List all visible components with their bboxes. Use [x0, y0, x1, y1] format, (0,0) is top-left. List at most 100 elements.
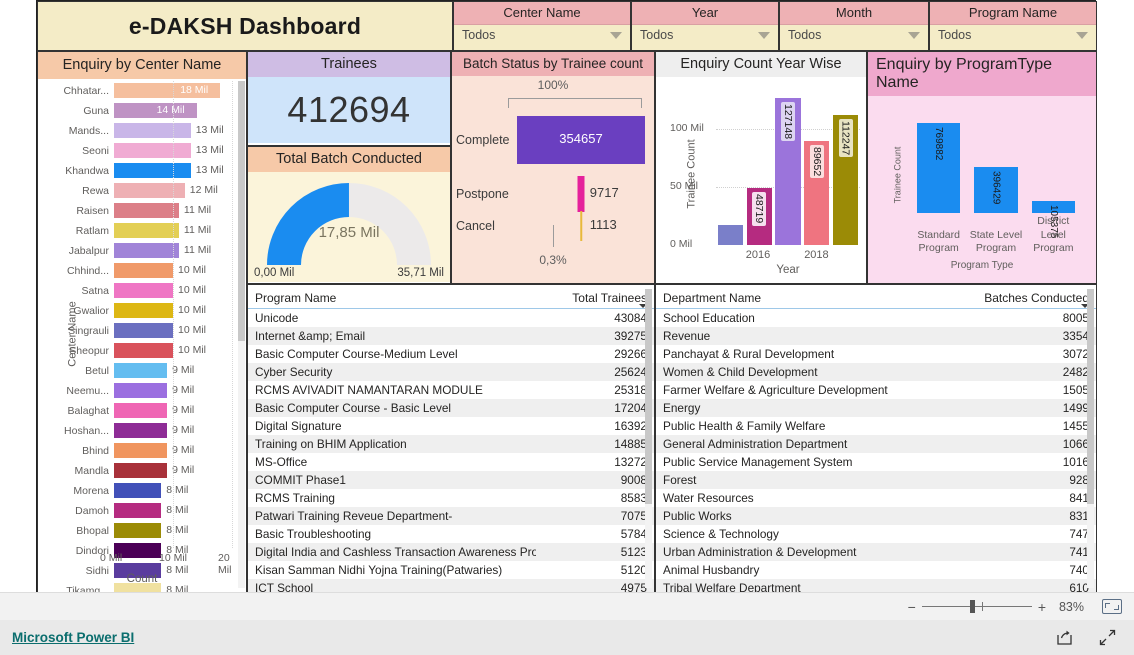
zoom-out-button[interactable]: −: [908, 600, 916, 614]
center-chart-bar-row[interactable]: Mandla 9 Mil: [56, 461, 232, 481]
table-row[interactable]: COMMIT Phase1 9008: [248, 471, 654, 489]
center-chart-bar[interactable]: [114, 442, 168, 458]
center-chart-bar-row[interactable]: Khandwa 13 Mil: [56, 161, 232, 181]
slicer-program-name-dropdown[interactable]: Todos: [930, 25, 1096, 42]
share-icon[interactable]: [1056, 629, 1073, 646]
center-chart-bar[interactable]: [114, 242, 179, 258]
department-table-scrollbar[interactable]: [1087, 289, 1094, 588]
year-chart-column[interactable]: 127148: [775, 97, 801, 245]
funnel-row[interactable]: Complete 354657: [452, 115, 654, 164]
table-row[interactable]: Unicode 43084: [248, 309, 654, 328]
table-row[interactable]: School Education 8005: [656, 309, 1096, 328]
center-chart-bar-row[interactable]: Rewa 12 Mil: [56, 181, 232, 201]
center-chart-bar-row[interactable]: Satna 10 Mil: [56, 281, 232, 301]
table-row[interactable]: General Administration Department 1066: [656, 435, 1096, 453]
center-chart-bar[interactable]: [114, 502, 162, 518]
table-row[interactable]: Tribal Welfare Department 610: [656, 579, 1096, 592]
center-chart-bar-row[interactable]: Ratlam 11 Mil: [56, 221, 232, 241]
center-chart-bar-row[interactable]: Hoshan... 9 Mil: [56, 421, 232, 441]
funnel-bar[interactable]: [580, 210, 582, 241]
center-chart-bar-row[interactable]: Mands... 13 Mil: [56, 121, 232, 141]
table-row[interactable]: Basic Computer Course-Medium Level 29266: [248, 345, 654, 363]
enquiry-by-programtype-chart[interactable]: Enquiry by ProgramType Name Trainee Coun…: [867, 51, 1097, 284]
center-chart-bar-row[interactable]: Betul 9 Mil: [56, 361, 232, 381]
slicer-month[interactable]: Month Todos: [779, 1, 929, 51]
center-chart-bar-row[interactable]: Morena 8 Mil: [56, 481, 232, 501]
table-row[interactable]: Public Health & Family Welfare 1455: [656, 417, 1096, 435]
center-chart-bar-row[interactable]: Chhatar... 18 Mil: [56, 81, 232, 101]
table-row[interactable]: Water Resources 841: [656, 489, 1096, 507]
center-chart-bar-row[interactable]: Balaghat 9 Mil: [56, 401, 232, 421]
column-header-department-name[interactable]: Department Name: [656, 285, 968, 309]
center-chart-bar-row[interactable]: Guna 14 Mil: [56, 101, 232, 121]
center-chart-bar[interactable]: [114, 482, 162, 498]
center-chart-bar[interactable]: [114, 222, 179, 238]
table-row[interactable]: Science & Technology 747: [656, 525, 1096, 543]
center-chart-bar-row[interactable]: Chhind... 10 Mil: [56, 261, 232, 281]
center-chart-bar[interactable]: [114, 522, 162, 538]
batch-status-funnel-chart[interactable]: Batch Status by Trainee count 100% Compl…: [451, 51, 655, 284]
table-row[interactable]: Internet &amp; Email 39275: [248, 327, 654, 345]
slicer-program-name[interactable]: Program Name Todos: [929, 1, 1097, 51]
center-chart-bar[interactable]: [114, 462, 168, 478]
table-row[interactable]: ICT School 4975: [248, 579, 654, 592]
center-chart-bar[interactable]: [114, 162, 191, 178]
center-chart-bar-row[interactable]: Singrauli 10 Mil: [56, 321, 232, 341]
program-name-table[interactable]: Program Name Total Trainees Unicode 43084…: [247, 284, 655, 593]
funnel-bar[interactable]: [577, 175, 585, 212]
program-table-scrollbar[interactable]: [645, 289, 652, 588]
table-row[interactable]: Public Works 831: [656, 507, 1096, 525]
funnel-row[interactable]: Postpone 9717: [452, 175, 654, 212]
center-chart-bar[interactable]: [114, 382, 168, 398]
center-chart-bar-row[interactable]: Gwalior 10 Mil: [56, 301, 232, 321]
year-chart-column[interactable]: 89652: [804, 140, 830, 245]
fit-to-page-icon[interactable]: [1102, 599, 1122, 614]
table-row[interactable]: Kisan Samman Nidhi Yojna Training(Patwar…: [248, 561, 654, 579]
microsoft-power-bi-link[interactable]: Microsoft Power BI: [12, 630, 134, 645]
slicer-month-dropdown[interactable]: Todos: [780, 25, 928, 42]
center-chart-bar[interactable]: [114, 122, 191, 138]
slicer-center-name-dropdown[interactable]: Todos: [454, 25, 630, 42]
ptype-chart-column[interactable]: 105375: [1031, 200, 1076, 238]
zoom-in-button[interactable]: +: [1038, 600, 1046, 614]
center-chart-bar[interactable]: [114, 322, 173, 338]
table-row[interactable]: Energy 1499: [656, 399, 1096, 417]
zoom-slider[interactable]: [921, 600, 1032, 613]
slicer-center-name[interactable]: Center Name Todos: [453, 1, 631, 51]
center-chart-bar[interactable]: [114, 302, 173, 318]
table-row[interactable]: Women & Child Development 2482: [656, 363, 1096, 381]
slicer-year-dropdown[interactable]: Todos: [632, 25, 778, 42]
table-row[interactable]: Digital Signature 16392: [248, 417, 654, 435]
center-chart-bar-row[interactable]: Jabalpur 11 Mil: [56, 241, 232, 261]
table-row[interactable]: Cyber Security 25624: [248, 363, 654, 381]
table-row[interactable]: Training on BHIM Application 14885: [248, 435, 654, 453]
table-row[interactable]: Forest 928: [656, 471, 1096, 489]
zoom-control[interactable]: − + 83%: [908, 600, 1084, 614]
table-row[interactable]: Urban Administration & Development 741: [656, 543, 1096, 561]
table-row[interactable]: RCMS Training 8583: [248, 489, 654, 507]
table-row[interactable]: Digital India and Cashless Transaction A…: [248, 543, 654, 561]
center-chart-bar[interactable]: [114, 142, 191, 158]
center-chart-bar-row[interactable]: Sheopur 10 Mil: [56, 341, 232, 361]
enquiry-by-center-name-chart[interactable]: Enquiry by Center Name Center Name Chhat…: [37, 51, 247, 593]
slicer-year[interactable]: Year Todos: [631, 1, 779, 51]
center-chart-bar[interactable]: [114, 182, 185, 198]
table-row[interactable]: Basic Troubleshooting 5784: [248, 525, 654, 543]
fullscreen-icon[interactable]: [1099, 629, 1116, 646]
year-chart-column[interactable]: [717, 225, 744, 245]
table-row[interactable]: MS-Office 13272: [248, 453, 654, 471]
enquiry-count-year-wise-chart[interactable]: Enquiry Count Year Wise Trainee Count 0 …: [655, 51, 867, 284]
table-row[interactable]: Farmer Welfare & Agriculture Development…: [656, 381, 1096, 399]
column-header-total-trainees[interactable]: Total Trainees: [536, 285, 654, 309]
table-row[interactable]: Revenue 3354: [656, 327, 1096, 345]
center-chart-bar-row[interactable]: Bhopal 8 Mil: [56, 521, 232, 541]
center-chart-bar-row[interactable]: Bhind 9 Mil: [56, 441, 232, 461]
center-chart-bar[interactable]: [114, 342, 173, 358]
center-chart-bar[interactable]: [114, 422, 168, 438]
center-chart-bar-row[interactable]: Seoni 13 Mil: [56, 141, 232, 161]
table-row[interactable]: RCMS AVIVADIT NAMANTARAN MODULE 25318: [248, 381, 654, 399]
year-chart-column[interactable]: 48719: [746, 188, 772, 245]
center-chart-bar-row[interactable]: Raisen 11 Mil: [56, 201, 232, 221]
center-chart-bar[interactable]: [114, 262, 173, 278]
year-chart-column[interactable]: 112247: [832, 114, 859, 245]
